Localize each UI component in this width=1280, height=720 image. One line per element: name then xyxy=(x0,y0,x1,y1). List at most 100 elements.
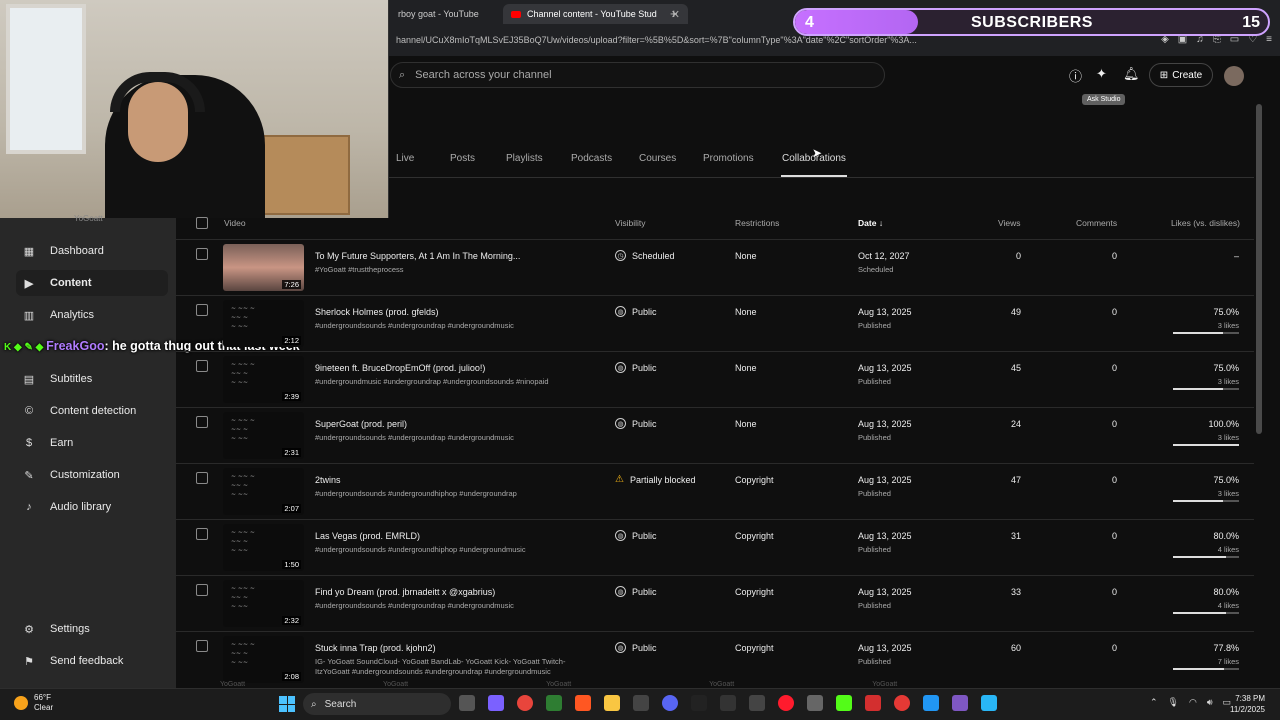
volume-icon[interactable]: 🔊︎ xyxy=(1207,697,1213,708)
visibility-cell[interactable]: ◷ Scheduled xyxy=(615,250,675,261)
tab-live[interactable]: Live xyxy=(396,153,414,164)
avatar[interactable] xyxy=(1224,66,1244,86)
video-title[interactable]: 2twins xyxy=(315,475,341,485)
restrictions-cell[interactable]: Copyright xyxy=(735,475,774,485)
app-icon[interactable] xyxy=(894,695,910,711)
sidebar-item-analytics[interactable]: ▥ Analytics xyxy=(16,302,168,328)
create-button[interactable]: ⊞ Create xyxy=(1149,63,1213,87)
video-title[interactable]: Sherlock Holmes (prod. gfelds) xyxy=(315,307,439,317)
thumbnail-art: ~ ~~ ~ ~~ ~ ~ ~~ xyxy=(231,305,255,330)
sidebar-item-earn[interactable]: $ Earn xyxy=(16,430,168,456)
visibility-cell[interactable]: ◍ Public xyxy=(615,586,657,597)
xbox-icon[interactable] xyxy=(546,695,562,711)
tab-playlists[interactable]: Playlists xyxy=(506,153,543,164)
help-icon[interactable]: ⓘ xyxy=(1069,66,1082,85)
video-thumbnail[interactable]: ~ ~~ ~ ~~ ~ ~ ~~ 2:07 xyxy=(223,468,304,515)
copilot-icon[interactable] xyxy=(488,695,504,711)
video-thumbnail[interactable]: ~ ~~ ~ ~~ ~ ~ ~~ 2:32 xyxy=(223,580,304,627)
app-icon[interactable] xyxy=(981,695,997,711)
video-thumbnail[interactable]: ~ ~~ ~ ~~ ~ ~ ~~ 2:08 xyxy=(223,636,304,683)
teams-icon[interactable] xyxy=(952,695,968,711)
ask-studio-icon[interactable]: ✦ xyxy=(1096,66,1107,82)
tab-courses[interactable]: Courses xyxy=(639,153,676,164)
video-thumbnail[interactable]: ~ ~~ ~ ~~ ~ ~ ~~ 1:50 xyxy=(223,524,304,571)
video-thumbnail[interactable]: ~ ~~ ~ ~~ ~ ~ ~~ 2:31 xyxy=(223,412,304,459)
terminal-icon[interactable] xyxy=(691,695,707,711)
sidebar-item-subtitles[interactable]: ▤ Subtitles xyxy=(16,366,168,392)
video-thumbnail[interactable]: 7:26 xyxy=(223,244,304,291)
new-tab-button[interactable]: + xyxy=(670,6,678,21)
clock[interactable]: 7:38 PM 11/2/2025 xyxy=(1230,693,1265,715)
microphone-icon[interactable]: 🎙︎ xyxy=(1168,697,1179,708)
row-checkbox[interactable] xyxy=(196,304,208,316)
row-checkbox[interactable] xyxy=(196,360,208,372)
channel-search-input[interactable]: ⌕ Search across your channel xyxy=(390,62,885,88)
video-thumbnail[interactable]: ~ ~~ ~ ~~ ~ ~ ~~ 2:12 xyxy=(223,300,304,347)
app-icon[interactable] xyxy=(633,695,649,711)
keyboard-icon[interactable] xyxy=(720,695,736,711)
sidebar-item-dashboard[interactable]: ▦ Dashboard xyxy=(16,238,168,264)
video-description: #undergroundsounds #undergroundhiphop #u… xyxy=(315,545,526,554)
steam-icon[interactable] xyxy=(923,695,939,711)
wifi-icon[interactable]: ◠ xyxy=(1189,697,1197,708)
tab-podcasts[interactable]: Podcasts xyxy=(571,153,612,164)
app-icon[interactable] xyxy=(807,695,823,711)
restrictions-cell[interactable]: Copyright xyxy=(735,643,774,653)
header-date[interactable]: Date ↓ xyxy=(858,218,883,228)
sidebar-item-settings[interactable]: ⚙ Settings xyxy=(16,616,168,642)
chevron-up-icon[interactable]: ⌃ xyxy=(1150,697,1158,708)
restrictions-cell[interactable]: None xyxy=(735,363,757,373)
notifications-icon[interactable]: 🔔︎ xyxy=(1123,66,1140,82)
visibility-cell[interactable]: ◍ Public xyxy=(615,530,657,541)
windows-start-icon[interactable] xyxy=(279,696,295,712)
browser-tab[interactable]: rboy goat - YouTube xyxy=(390,4,487,24)
weather-widget[interactable]: 66°F Clear xyxy=(14,693,53,713)
task-view-icon[interactable] xyxy=(459,695,475,711)
restrictions-cell[interactable]: None xyxy=(735,251,757,261)
video-title[interactable]: To My Future Supporters, At 1 Am In The … xyxy=(315,251,520,261)
app-icon[interactable] xyxy=(749,695,765,711)
row-checkbox[interactable] xyxy=(196,416,208,428)
discord-icon[interactable] xyxy=(662,695,678,711)
taskbar-search[interactable]: ⌕ Search xyxy=(303,693,451,715)
chrome-icon[interactable] xyxy=(517,695,533,711)
sidebar-item-customization[interactable]: ✎ Customization xyxy=(16,462,168,488)
row-checkbox[interactable] xyxy=(196,584,208,596)
comments-cell: 0 xyxy=(1111,643,1117,653)
video-thumbnail[interactable]: ~ ~~ ~ ~~ ~ ~ ~~ 2:39 xyxy=(223,356,304,403)
tab-posts[interactable]: Posts xyxy=(450,153,475,164)
video-title[interactable]: Las Vegas (prod. EMRLD) xyxy=(315,531,420,541)
visibility-cell[interactable]: ◍ Public xyxy=(615,306,657,317)
video-title[interactable]: Stuck inna Trap (prod. kjohn2) xyxy=(315,643,436,653)
visibility-cell[interactable]: ◍ Public xyxy=(615,642,657,653)
restrictions-cell[interactable]: None xyxy=(735,307,757,317)
opera-icon[interactable] xyxy=(778,695,794,711)
visibility-cell[interactable]: ◍ Public xyxy=(615,418,657,429)
sidebar-item-feedback[interactable]: ⚑ Send feedback xyxy=(16,648,168,674)
row-checkbox[interactable] xyxy=(196,248,208,260)
row-checkbox[interactable] xyxy=(196,528,208,540)
video-title[interactable]: SuperGoat (prod. peril) xyxy=(315,419,407,429)
brave-icon[interactable] xyxy=(575,695,591,711)
row-checkbox[interactable] xyxy=(196,472,208,484)
file-explorer-icon[interactable] xyxy=(604,695,620,711)
restrictions-cell[interactable]: Copyright xyxy=(735,587,774,597)
browser-tab-active[interactable]: Channel content - YouTube Stud ✕ xyxy=(503,4,688,24)
row-checkbox[interactable] xyxy=(196,640,208,652)
visibility-cell[interactable]: ⚠ Partially blocked xyxy=(615,474,696,485)
sidebar-item-audio-library[interactable]: ♪ Audio library xyxy=(16,494,168,520)
app-icon[interactable] xyxy=(865,695,881,711)
scrollbar[interactable] xyxy=(1256,104,1262,684)
menu-icon[interactable]: ≡ xyxy=(1266,34,1272,45)
video-title[interactable]: 9ineteen ft. BruceDropEmOff (prod. julio… xyxy=(315,363,485,373)
sidebar-item-content-detection[interactable]: © Content detection xyxy=(16,398,168,424)
kick-icon[interactable] xyxy=(836,695,852,711)
sidebar-item-content[interactable]: ▶ Content xyxy=(16,270,168,296)
visibility-cell[interactable]: ◍ Public xyxy=(615,362,657,373)
scrollbar-thumb[interactable] xyxy=(1256,104,1262,434)
tab-promotions[interactable]: Promotions xyxy=(703,153,754,164)
video-title[interactable]: Find yo Dream (prod. jbrnadeitt x @xgabr… xyxy=(315,587,495,597)
restrictions-cell[interactable]: Copyright xyxy=(735,531,774,541)
restrictions-cell[interactable]: None xyxy=(735,419,757,429)
select-all-checkbox[interactable] xyxy=(196,217,208,229)
